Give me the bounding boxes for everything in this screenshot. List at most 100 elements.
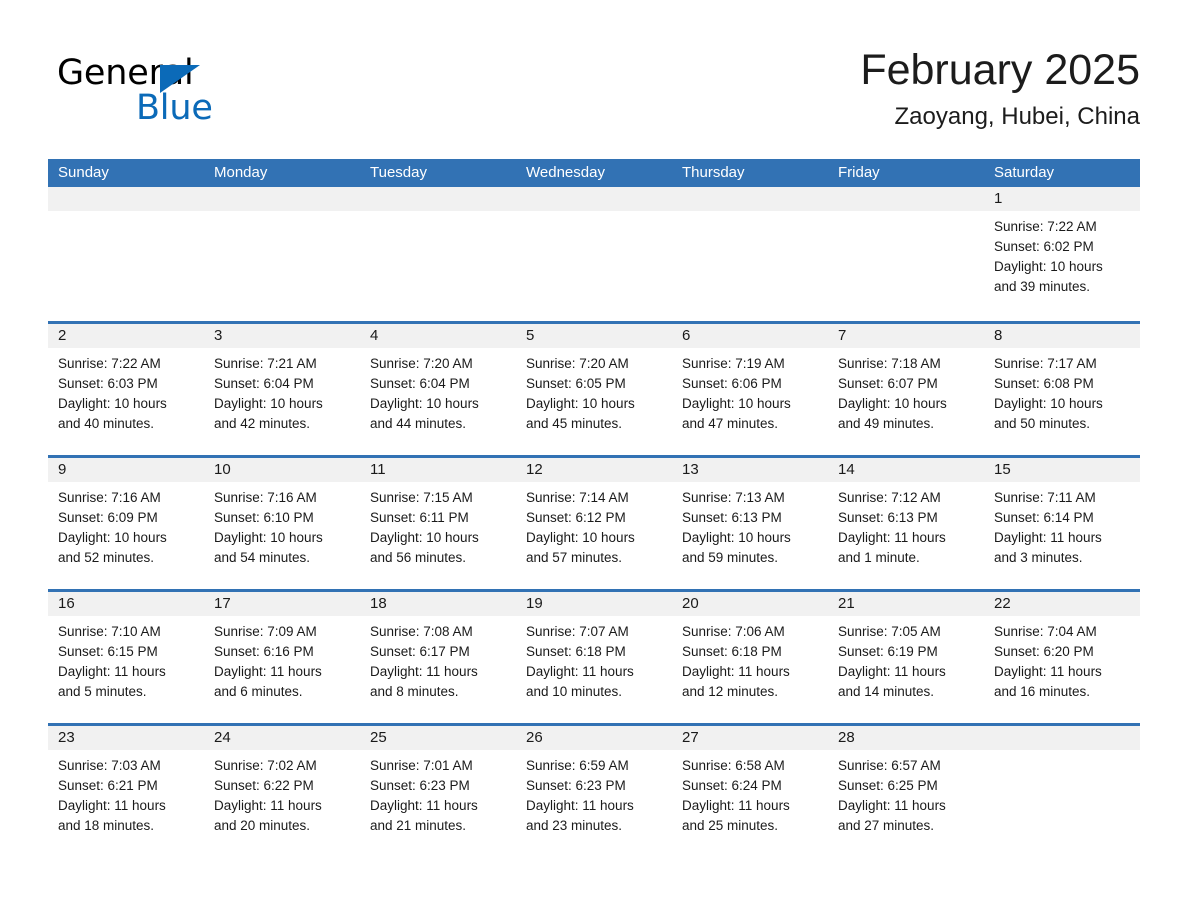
- calendar-day-cell[interactable]: 26 Sunrise: 6:59 AM Sunset: 6:23 PM Dayligh…: [516, 726, 672, 857]
- sunrise-text: Sunrise: 7:20 AM: [370, 356, 473, 371]
- daylight-text-cont: and 50 minutes.: [994, 416, 1091, 431]
- calendar-day-cell[interactable]: 27 Sunrise: 6:58 AM Sunset: 6:24 PM Dayligh…: [672, 726, 828, 857]
- daylight-text-cont: and 5 minutes.: [58, 684, 147, 699]
- day-details: Sunrise: 6:59 AM Sunset: 6:23 PM Daylight:…: [516, 750, 672, 836]
- daylight-text-cont: and 39 minutes.: [994, 279, 1091, 294]
- sunset-text: Sunset: 6:15 PM: [58, 644, 158, 659]
- day-details: Sunrise: 7:01 AM Sunset: 6:23 PM Daylight:…: [360, 750, 516, 836]
- calendar-day-cell[interactable]: 14 Sunrise: 7:12 AM Sunset: 6:13 PM Dayligh…: [828, 458, 984, 589]
- calendar-day-cell[interactable]: 16 Sunrise: 7:10 AM Sunset: 6:15 PM Dayligh…: [48, 592, 204, 723]
- sunset-text: Sunset: 6:06 PM: [682, 376, 782, 391]
- day-number-band: [516, 187, 672, 211]
- sunrise-text: Sunrise: 7:22 AM: [58, 356, 161, 371]
- day-number: 2: [58, 327, 67, 344]
- sunrise-text: Sunrise: 7:20 AM: [526, 356, 629, 371]
- calendar-day-cell[interactable]: 24 Sunrise: 7:02 AM Sunset: 6:22 PM Dayligh…: [204, 726, 360, 857]
- calendar-day-cell[interactable]: 11 Sunrise: 7:15 AM Sunset: 6:11 PM Dayligh…: [360, 458, 516, 589]
- generalblue-logo[interactable]: General Blue: [57, 54, 357, 134]
- calendar-day-cell[interactable]: 2 Sunrise: 7:22 AM Sunset: 6:03 PM Daylight…: [48, 324, 204, 455]
- day-number-band: 10: [204, 458, 360, 482]
- day-details: [672, 211, 828, 217]
- calendar-day-cell[interactable]: 23 Sunrise: 7:03 AM Sunset: 6:21 PM Dayligh…: [48, 726, 204, 857]
- calendar-day-cell[interactable]: 22 Sunrise: 7:04 AM Sunset: 6:20 PM Dayligh…: [984, 592, 1140, 723]
- day-number: 15: [994, 461, 1011, 478]
- day-details: Sunrise: 7:08 AM Sunset: 6:17 PM Daylight:…: [360, 616, 516, 702]
- daylight-text: Daylight: 10 hours: [526, 396, 635, 411]
- calendar-day-cell[interactable]: 4 Sunrise: 7:20 AM Sunset: 6:04 PM Daylight…: [360, 324, 516, 455]
- calendar-day-cell[interactable]: 5 Sunrise: 7:20 AM Sunset: 6:05 PM Daylight…: [516, 324, 672, 455]
- day-number-band: 18: [360, 592, 516, 616]
- daylight-text-cont: and 18 minutes.: [58, 818, 155, 833]
- daylight-text: Daylight: 11 hours: [994, 664, 1102, 679]
- day-number: 26: [526, 729, 543, 746]
- calendar-day-cell[interactable]: 9 Sunrise: 7:16 AM Sunset: 6:09 PM Daylight…: [48, 458, 204, 589]
- calendar-day-cell[interactable]: 7 Sunrise: 7:18 AM Sunset: 6:07 PM Daylight…: [828, 324, 984, 455]
- calendar-day-cell[interactable]: 19 Sunrise: 7:07 AM Sunset: 6:18 PM Dayligh…: [516, 592, 672, 723]
- calendar-day-cell[interactable]: 17 Sunrise: 7:09 AM Sunset: 6:16 PM Dayligh…: [204, 592, 360, 723]
- day-details: [360, 211, 516, 217]
- sunset-text: Sunset: 6:18 PM: [682, 644, 782, 659]
- day-details: Sunrise: 7:20 AM Sunset: 6:05 PM Daylight:…: [516, 348, 672, 434]
- day-number-band: 2: [48, 324, 204, 348]
- calendar-day-cell[interactable]: 6 Sunrise: 7:19 AM Sunset: 6:06 PM Daylight…: [672, 324, 828, 455]
- sunrise-text: Sunrise: 7:15 AM: [370, 490, 473, 505]
- day-details: Sunrise: 7:04 AM Sunset: 6:20 PM Daylight:…: [984, 616, 1140, 702]
- calendar-day-cell[interactable]: 15 Sunrise: 7:11 AM Sunset: 6:14 PM Dayligh…: [984, 458, 1140, 589]
- calendar-day-cell[interactable]: 21 Sunrise: 7:05 AM Sunset: 6:19 PM Dayligh…: [828, 592, 984, 723]
- daylight-text-cont: and 40 minutes.: [58, 416, 155, 431]
- calendar-day-cell[interactable]: 3 Sunrise: 7:21 AM Sunset: 6:04 PM Daylight…: [204, 324, 360, 455]
- day-number-band: 13: [672, 458, 828, 482]
- sunrise-text: Sunrise: 7:18 AM: [838, 356, 941, 371]
- sunrise-text: Sunrise: 6:59 AM: [526, 758, 629, 773]
- sunrise-text: Sunrise: 7:12 AM: [838, 490, 941, 505]
- day-number: 27: [682, 729, 699, 746]
- daylight-text-cont: and 14 minutes.: [838, 684, 935, 699]
- weekday-header-row: Sunday Monday Tuesday Wednesday Thursday Frid…: [48, 159, 1140, 187]
- day-number: 25: [370, 729, 387, 746]
- sunset-text: Sunset: 6:20 PM: [994, 644, 1094, 659]
- daylight-text: Daylight: 10 hours: [370, 396, 479, 411]
- day-number-band: 6: [672, 324, 828, 348]
- sunset-text: Sunset: 6:03 PM: [58, 376, 158, 391]
- calendar-day-cell[interactable]: 10 Sunrise: 7:16 AM Sunset: 6:10 PM Dayligh…: [204, 458, 360, 589]
- daylight-text: Daylight: 10 hours: [682, 530, 791, 545]
- sunrise-text: Sunrise: 7:13 AM: [682, 490, 785, 505]
- daylight-text: Daylight: 10 hours: [994, 396, 1103, 411]
- day-number-band: 19: [516, 592, 672, 616]
- day-number: 28: [838, 729, 855, 746]
- day-details: Sunrise: 7:10 AM Sunset: 6:15 PM Daylight:…: [48, 616, 204, 702]
- day-number: 1: [994, 190, 1003, 207]
- day-details: Sunrise: 7:02 AM Sunset: 6:22 PM Daylight:…: [204, 750, 360, 836]
- day-number-band: 25: [360, 726, 516, 750]
- daylight-text-cont: and 47 minutes.: [682, 416, 779, 431]
- calendar-day-cell[interactable]: 12 Sunrise: 7:14 AM Sunset: 6:12 PM Dayligh…: [516, 458, 672, 589]
- day-number-band: 21: [828, 592, 984, 616]
- day-number: 16: [58, 595, 75, 612]
- daylight-text: Daylight: 11 hours: [838, 530, 946, 545]
- calendar-day-cell[interactable]: 8 Sunrise: 7:17 AM Sunset: 6:08 PM Daylight…: [984, 324, 1140, 455]
- day-details: Sunrise: 7:22 AM Sunset: 6:02 PM Daylight:…: [984, 211, 1140, 297]
- daylight-text-cont: and 23 minutes.: [526, 818, 623, 833]
- sunrise-text: Sunrise: 7:10 AM: [58, 624, 161, 639]
- day-number: 24: [214, 729, 231, 746]
- calendar-day-cell[interactable]: 13 Sunrise: 7:13 AM Sunset: 6:13 PM Dayligh…: [672, 458, 828, 589]
- calendar-day-cell-empty: [828, 187, 984, 321]
- daylight-text: Daylight: 11 hours: [214, 664, 322, 679]
- day-details: Sunrise: 7:22 AM Sunset: 6:03 PM Daylight:…: [48, 348, 204, 434]
- day-number: 14: [838, 461, 855, 478]
- calendar-day-cell[interactable]: 28 Sunrise: 6:57 AM Sunset: 6:25 PM Dayligh…: [828, 726, 984, 857]
- day-number-band: 27: [672, 726, 828, 750]
- day-number-band: 9: [48, 458, 204, 482]
- calendar-day-cell[interactable]: 1 Sunrise: 7:22 AM Sunset: 6:02 PM Daylight…: [984, 187, 1140, 321]
- calendar-day-cell[interactable]: 18 Sunrise: 7:08 AM Sunset: 6:17 PM Dayligh…: [360, 592, 516, 723]
- sunset-text: Sunset: 6:16 PM: [214, 644, 314, 659]
- sunrise-text: Sunrise: 7:07 AM: [526, 624, 629, 639]
- day-number: 19: [526, 595, 543, 612]
- daylight-text: Daylight: 10 hours: [838, 396, 947, 411]
- daylight-text: Daylight: 11 hours: [214, 798, 322, 813]
- day-number-band: 7: [828, 324, 984, 348]
- day-number-band: 1: [984, 187, 1140, 211]
- daylight-text: Daylight: 11 hours: [994, 530, 1102, 545]
- calendar-day-cell[interactable]: 20 Sunrise: 7:06 AM Sunset: 6:18 PM Dayligh…: [672, 592, 828, 723]
- calendar-day-cell[interactable]: 25 Sunrise: 7:01 AM Sunset: 6:23 PM Dayligh…: [360, 726, 516, 857]
